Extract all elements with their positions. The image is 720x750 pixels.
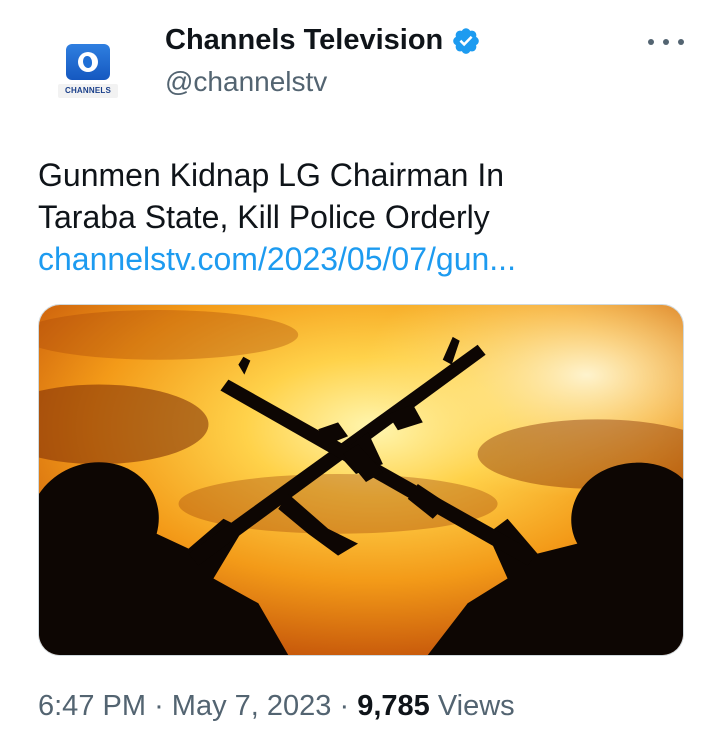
meta-separator: · (154, 690, 164, 722)
author-handle[interactable]: @channelstv (165, 66, 327, 98)
tweet-text-line-1: Gunmen Kidnap LG Chairman In (38, 157, 505, 193)
gunmen-silhouette-image (39, 305, 683, 655)
tweet-date[interactable]: May 7, 2023 (172, 690, 332, 722)
tweet-link[interactable]: channelstv.com/2023/05/07/gun... (38, 238, 688, 280)
more-horizontal-icon[interactable] (648, 30, 684, 54)
author-display-name[interactable]: Channels Television (165, 24, 481, 57)
meta-separator: · (339, 690, 350, 722)
tweet-meta: 6:47 PM · May 7, 2023 · 9,785 Views (38, 690, 515, 723)
avatar[interactable]: CHANNELS (40, 22, 136, 118)
tweet-card[interactable]: CHANNELS Channels Television @channelstv… (0, 0, 720, 750)
views-label: Views (437, 690, 515, 722)
avatar-brand-text: CHANNELS (58, 84, 118, 98)
tweet-time[interactable]: 6:47 PM (38, 690, 146, 722)
tweet-media-image[interactable] (38, 304, 684, 656)
views-count: 9,785 (357, 690, 430, 722)
globe-icon (78, 52, 98, 72)
verified-badge-icon (451, 26, 481, 56)
tweet-text: Gunmen Kidnap LG Chairman In Taraba Stat… (38, 154, 688, 280)
tweet-text-line-2: Taraba State, Kill Police Orderly (38, 199, 490, 235)
channels-logo: CHANNELS (58, 40, 118, 100)
display-name-text: Channels Television (165, 24, 444, 56)
